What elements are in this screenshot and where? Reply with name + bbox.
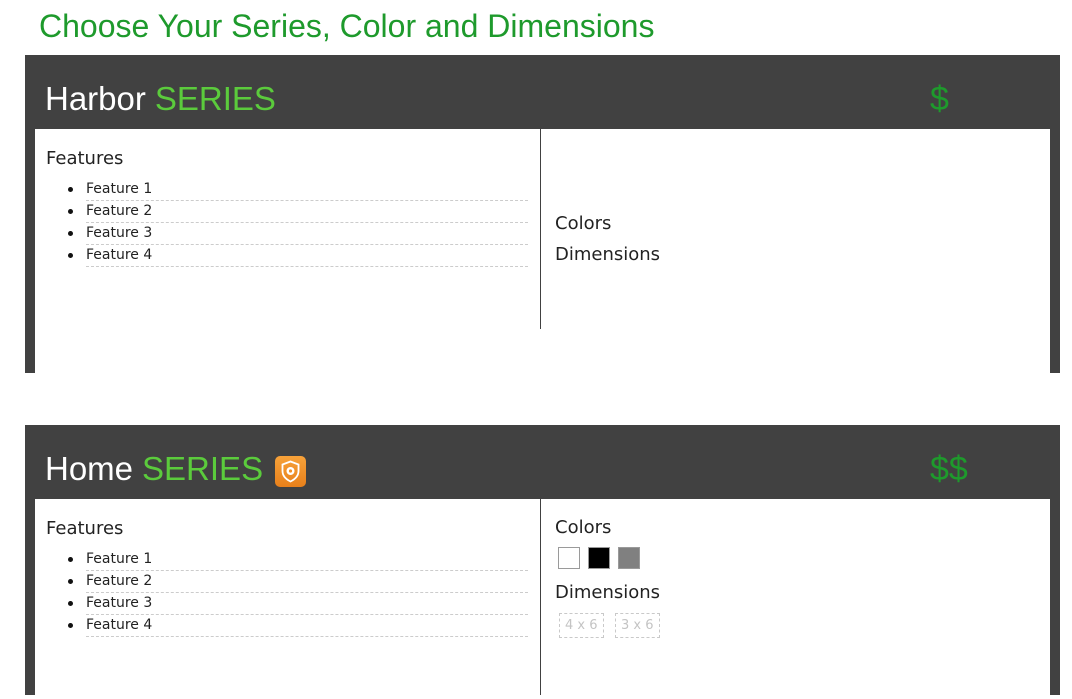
series-card-harbor: Harbor SERIES $ Features Feature 1 Featu… — [25, 55, 1060, 373]
feature-item: Feature 2 — [68, 571, 528, 593]
feature-item: Feature 3 — [68, 223, 528, 245]
series-label: SERIES — [154, 80, 276, 117]
dimension-option-4x6[interactable]: 4 x 6 — [559, 613, 604, 638]
series-name: Harbor — [45, 80, 146, 117]
color-swatch-black[interactable] — [588, 547, 610, 569]
series-card-header: Home SERIES $$ — [25, 425, 1060, 499]
series-card-header: Harbor SERIES $ — [25, 55, 1060, 129]
features-list: Feature 1 Feature 2 Feature 3 Feature 4 — [68, 549, 528, 637]
features-heading: Features — [46, 518, 124, 539]
series-name: Home — [45, 450, 134, 487]
series-card-home: Home SERIES $$ Features Feature 1 Featur… — [25, 425, 1060, 695]
colors-heading: Colors — [555, 517, 612, 538]
series-card-body: Features Feature 1 Feature 2 Feature 3 F… — [35, 129, 1050, 373]
dimensions-heading: Dimensions — [555, 582, 661, 603]
page-title: Choose Your Series, Color and Dimensions — [39, 8, 655, 44]
shield-badge-icon — [275, 455, 307, 487]
series-title: Harbor SERIES — [45, 79, 276, 119]
feature-item: Feature 4 — [68, 615, 528, 637]
colors-heading: Colors — [555, 213, 612, 234]
price-indicator: $$ — [930, 450, 968, 488]
options-column: Colors Dimensions 4 x 6 3 x 6 — [555, 499, 1035, 699]
options-column: Colors Dimensions — [555, 129, 1035, 329]
series-label: SERIES — [142, 450, 264, 487]
dimension-option-3x6[interactable]: 3 x 6 — [615, 613, 660, 638]
feature-item: Feature 1 — [68, 549, 528, 571]
feature-item: Feature 2 — [68, 201, 528, 223]
features-list: Feature 1 Feature 2 Feature 3 Feature 4 — [68, 179, 528, 267]
features-heading: Features — [46, 148, 124, 169]
series-card-body: Features Feature 1 Feature 2 Feature 3 F… — [35, 499, 1050, 695]
color-swatch-gray[interactable] — [618, 547, 640, 569]
price-indicator: $ — [930, 80, 949, 118]
dimensions-heading: Dimensions — [555, 244, 661, 265]
features-column: Features Feature 1 Feature 2 Feature 3 F… — [35, 129, 541, 329]
feature-item: Feature 3 — [68, 593, 528, 615]
series-title: Home SERIES — [45, 449, 307, 489]
feature-item: Feature 1 — [68, 179, 528, 201]
features-column: Features Feature 1 Feature 2 Feature 3 F… — [35, 499, 541, 695]
feature-item: Feature 4 — [68, 245, 528, 267]
color-swatch-white[interactable] — [558, 547, 580, 569]
